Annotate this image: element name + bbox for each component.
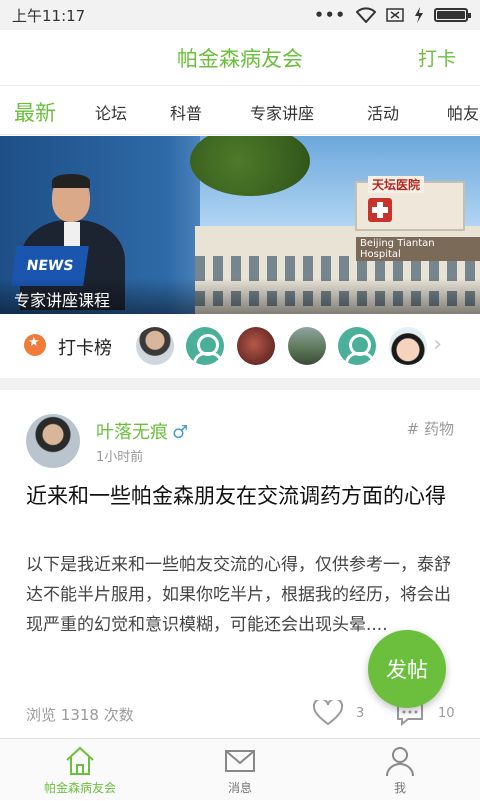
author-name[interactable]: 叶落无痕 ♂ [96, 418, 188, 444]
tab-latest[interactable]: 最新 [14, 97, 56, 127]
views-label: 浏览 [26, 706, 57, 724]
nav-profile-label: 我 [393, 781, 406, 795]
views-unit: 次数 [103, 706, 134, 724]
nav-messages-label: 消息 [227, 781, 252, 795]
charging-icon [415, 7, 423, 23]
avatar[interactable] [338, 327, 376, 365]
nav-home-label: 帕金森病友会 [43, 781, 116, 795]
banner-caption: 专家讲座课程 [0, 278, 480, 314]
comment-count: 10 [438, 706, 455, 721]
nav-profile[interactable]: 我 [320, 739, 480, 801]
tab-science[interactable]: 科普 [170, 100, 202, 124]
hospital-sign: 天坛医院 [368, 176, 425, 193]
battery-fill [437, 11, 465, 19]
like-count: 3 [356, 706, 365, 721]
red-cross-icon [368, 198, 392, 222]
more-dots-icon: ••• [314, 6, 346, 24]
tab-patients[interactable]: 帕友 [447, 100, 479, 124]
post-title[interactable]: 近来和一些帕金森朋友在交流调药方面的心得 [26, 480, 456, 512]
page-title: 帕金森病友会 [177, 46, 303, 71]
avatar[interactable] [288, 327, 326, 365]
avatar[interactable] [186, 327, 224, 365]
chevron-right-icon[interactable]: › [433, 332, 442, 357]
tab-lectures[interactable]: 专家讲座 [250, 100, 314, 124]
battery-icon [434, 8, 471, 22]
section-divider [0, 378, 480, 390]
avatar[interactable] [389, 327, 427, 365]
category-tabs: 最新 论坛 科普 专家讲座 活动 帕友 [0, 87, 480, 135]
home-icon [66, 746, 94, 775]
view-count: 浏览 1318 次数 [26, 704, 134, 725]
no-sim-icon [386, 8, 404, 22]
app-header: 帕金森病友会 打卡 [0, 30, 480, 86]
tab-forum[interactable]: 论坛 [95, 100, 127, 124]
nav-home[interactable]: 帕金森病友会 [0, 739, 160, 801]
checkin-button[interactable]: 打卡 [418, 44, 456, 71]
status-icons: ••• [314, 6, 471, 24]
checkin-rank-row[interactable]: 打卡榜 › [0, 314, 480, 378]
medal-icon [24, 334, 46, 356]
author-name-text: 叶落无痕 [96, 422, 168, 443]
heart-icon[interactable] [313, 700, 343, 726]
status-bar: 上午11:17 ••• [0, 0, 480, 30]
status-time: 上午11:17 [12, 6, 86, 25]
lecture-banner[interactable]: 天坛医院 Beijing Tiantan Hospital NEWS 专家讲座课… [0, 136, 480, 314]
checkin-rank-label: 打卡榜 [58, 338, 112, 359]
avatar[interactable] [136, 327, 174, 365]
wifi-icon [356, 7, 376, 23]
nav-messages[interactable]: 消息 [160, 739, 320, 801]
new-post-button[interactable]: 发帖 [368, 630, 446, 708]
avatar[interactable] [237, 327, 275, 365]
person-icon [386, 747, 414, 777]
author-avatar[interactable] [26, 414, 80, 468]
post-body[interactable]: 以下是我近来和一些帕友交流的心得，仅供参考一，泰舒达不能半片服用，如果你吃半片，… [26, 550, 456, 640]
male-icon: ♂ [172, 422, 189, 443]
post-time: 1小时前 [96, 450, 144, 465]
post-tag[interactable]: # 药物 [407, 418, 454, 439]
tab-events[interactable]: 活动 [367, 100, 399, 124]
hospital-label: Beijing Tiantan Hospital [356, 237, 480, 261]
mail-icon [225, 750, 255, 772]
views-value: 1318 [60, 706, 99, 724]
bottom-nav: 帕金森病友会 消息 我 [0, 738, 480, 800]
